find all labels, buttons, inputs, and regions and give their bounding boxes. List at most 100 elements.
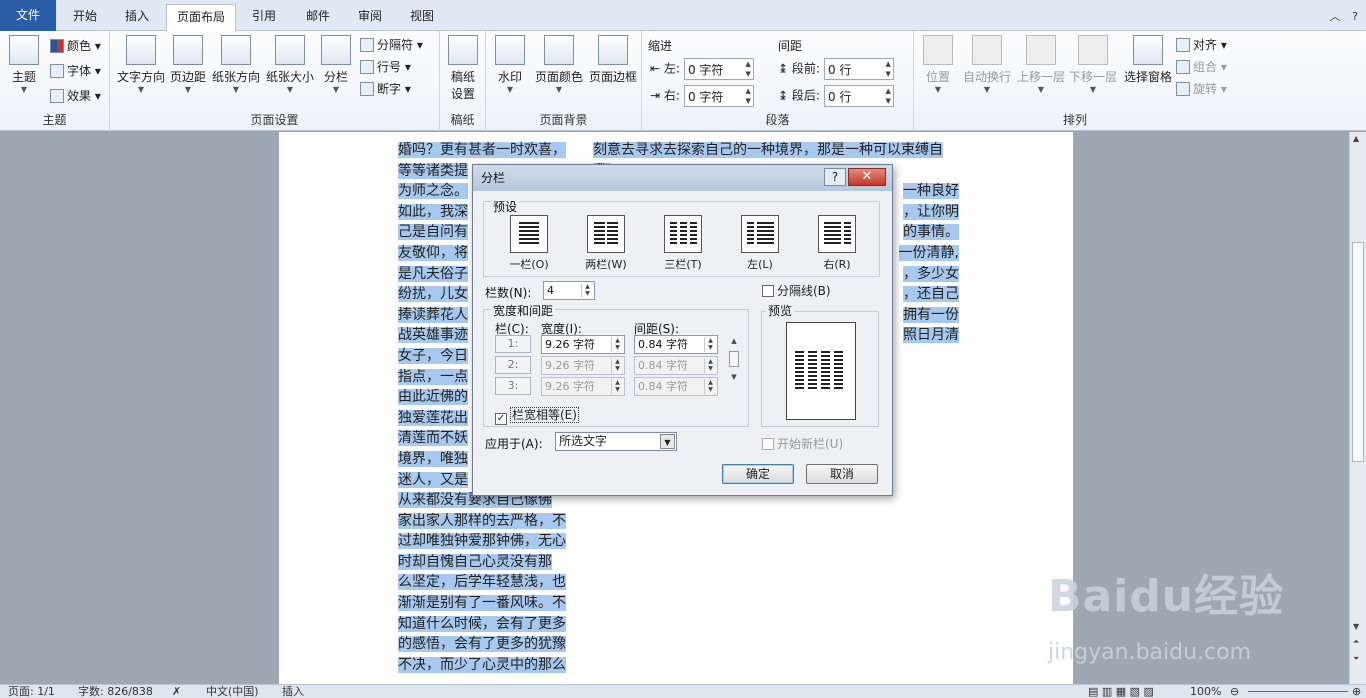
equal-width-checkbox[interactable]: ✓ 栏宽相等(E) — [495, 406, 579, 425]
tab-review[interactable]: 审阅 — [346, 4, 394, 30]
indent-left-spin[interactable]: ⇤ 左: 0 字符 ▲ ▼ — [650, 58, 754, 80]
word-count[interactable]: 字数: 826/838 — [78, 685, 153, 698]
column-list-scrollbar[interactable]: ▲ ▼ — [728, 337, 740, 393]
help-button[interactable]: ? — [824, 168, 846, 186]
bring-forward-button[interactable]: 上移一层 ▼ — [1014, 35, 1068, 94]
tab-home[interactable]: 开始 — [60, 4, 110, 30]
spacing-after-icon: ↨ — [778, 88, 789, 103]
columns-dialog: 分栏 ? ✕ 预设 一栏(O) 两栏(W) 三栏(T) 左(L) 右(R) 栏数… — [472, 164, 893, 496]
proofing-icon[interactable]: ✗ — [172, 685, 181, 698]
watermark-button[interactable]: 水印 ▼ — [490, 35, 530, 94]
group-objects-icon — [1176, 60, 1190, 74]
preset-right[interactable]: 右(R) — [806, 215, 868, 272]
margins-button[interactable]: 页边距 ▼ — [168, 35, 208, 94]
preset-one-column[interactable]: 一栏(O) — [498, 215, 560, 272]
close-button[interactable]: ✕ — [848, 168, 886, 186]
rotate-button[interactable]: 旋转 ▾ — [1176, 80, 1227, 97]
zoom-level[interactable]: 100% — [1190, 685, 1221, 698]
line-numbers-button[interactable]: 行号 ▾ — [360, 58, 411, 75]
indent-right-spin[interactable]: ⇥ 右: 0 字符 ▲ ▼ — [650, 85, 754, 107]
spacing-input-3[interactable]: 0.84 字符 ▲ ▼ — [634, 377, 718, 396]
position-button[interactable]: 位置 ▼ — [920, 35, 956, 94]
view-buttons-icon[interactable]: ▤ ▥ ▦ ▧ ▨ — [1088, 685, 1154, 698]
preset-left[interactable]: 左(L) — [729, 215, 791, 272]
new-column-check-icon — [762, 438, 774, 450]
ribbon-tabs: 文件 开始 插入 页面布局 引用 邮件 审阅 视图 ︿ ? — [0, 0, 1366, 31]
selection-pane-button[interactable]: 选择窗格 — [1120, 35, 1176, 85]
colors-button[interactable]: 颜色 ▾ — [50, 37, 101, 54]
width-input-3[interactable]: 9.26 字符 ▲ ▼ — [541, 377, 625, 396]
wrap-text-icon — [972, 35, 1002, 65]
group-page-setup: 文字方向 ▼ 页边距 ▼ 纸张方向 ▼ 纸张大小 ▼ 分栏 ▼ 分隔符 ▾ 行号 ▾ 断字… — [110, 31, 440, 131]
new-column-checkbox[interactable]: 开始新栏(U) — [762, 435, 843, 452]
two-columns-icon — [587, 215, 625, 253]
hyphenation-button[interactable]: 断字 ▾ — [360, 80, 411, 97]
align-button[interactable]: 对齐 ▾ — [1176, 36, 1227, 53]
width-input-2[interactable]: 9.26 字符 ▲ ▼ — [541, 356, 625, 375]
theme-button[interactable]: 主题 ▼ — [6, 35, 42, 94]
page-border-button[interactable]: 页面边框 — [586, 35, 640, 85]
next-page-icon[interactable]: ⏷ — [1353, 654, 1359, 664]
wrap-text-button[interactable]: 自动换行 ▼ — [960, 35, 1014, 94]
spacing-input-2[interactable]: 0.84 字符 ▲ ▼ — [634, 356, 718, 375]
indent-label: 缩进 — [648, 39, 673, 53]
list-down-arrow-icon[interactable]: ▼ — [728, 373, 740, 381]
spacing-input-1[interactable]: 0.84 字符 ▲ ▼ — [634, 335, 718, 354]
page-count[interactable]: 页面: 1/1 — [8, 685, 55, 698]
tab-file[interactable]: 文件 — [0, 0, 56, 31]
columns-button[interactable]: 分栏 ▼ — [318, 35, 354, 94]
one-column-icon — [510, 215, 548, 253]
tab-page-layout[interactable]: 页面布局 — [166, 4, 236, 31]
separator-checkbox[interactable]: 分隔线(B) — [762, 282, 831, 299]
help-icon[interactable]: ? — [1352, 10, 1358, 23]
preset-three-columns[interactable]: 三栏(T) — [652, 215, 714, 272]
window-controls: ︿ ? — [1322, 8, 1358, 24]
draft-settings-button[interactable]: 稿纸 设置 — [444, 35, 482, 102]
spacing-label: 间距 — [778, 39, 803, 53]
orientation-button[interactable]: 纸张方向 ▼ — [210, 35, 262, 94]
list-scroll-thumb[interactable] — [729, 351, 739, 367]
group-objects-button[interactable]: 组合 ▾ — [1176, 58, 1227, 75]
orientation-icon — [221, 35, 251, 65]
preset-two-columns[interactable]: 两栏(W) — [575, 215, 637, 272]
tab-mailings[interactable]: 邮件 — [294, 4, 342, 30]
indent-right-icon: ⇥ — [650, 88, 661, 103]
ok-button[interactable]: 确定 — [722, 464, 794, 484]
scroll-down-arrow-icon[interactable]: ▼ — [1353, 622, 1359, 631]
fonts-button[interactable]: 字体 ▾ — [50, 62, 101, 79]
scroll-up-arrow-icon[interactable]: ▲ — [1353, 134, 1359, 143]
col1-line: 过却唯独钟爱那钟佛，无心 — [398, 533, 566, 550]
page-size-icon — [275, 35, 305, 65]
column-number-1: 1: — [495, 335, 531, 353]
tab-references[interactable]: 引用 — [240, 4, 288, 30]
scroll-thumb[interactable] — [1352, 242, 1364, 462]
page-color-button[interactable]: 页面颜色 ▼ — [532, 35, 586, 94]
language[interactable]: 中文(中国) — [206, 685, 259, 698]
num-cols-input[interactable]: 4 ▲ ▼ — [543, 281, 595, 300]
watermark-url: jingyan.baidu.com — [1048, 640, 1252, 665]
tab-insert[interactable]: 插入 — [112, 4, 162, 30]
vertical-scrollbar[interactable]: ▲ ▼ ⏶ ⏷ — [1349, 132, 1366, 684]
prev-page-icon[interactable]: ⏶ — [1353, 637, 1359, 647]
size-button[interactable]: 纸张大小 ▼ — [264, 35, 316, 94]
breaks-button[interactable]: 分隔符 ▾ — [360, 36, 423, 53]
cancel-button[interactable]: 取消 — [806, 464, 878, 484]
zoom-out-icon[interactable]: ⊖ — [1230, 685, 1239, 698]
fonts-icon — [50, 64, 64, 78]
zoom-slider[interactable] — [1248, 691, 1348, 692]
zoom-in-icon[interactable]: ⊕ — [1352, 685, 1361, 698]
list-up-arrow-icon[interactable]: ▲ — [728, 337, 740, 345]
col1-line: 时却自愧自己心灵没有那 — [398, 553, 552, 570]
spacing-before-spin[interactable]: ↨ 段前: 0 行 ▲ ▼ — [778, 58, 894, 80]
tab-view[interactable]: 视图 — [398, 4, 446, 30]
effects-button[interactable]: 效果 ▾ — [50, 87, 101, 104]
insert-mode[interactable]: 插入 — [282, 685, 304, 698]
spacing-after-spin[interactable]: ↨ 段后: 0 行 ▲ ▼ — [778, 85, 894, 107]
column-number-2: 2: — [495, 356, 531, 374]
apply-to-select[interactable]: 所选文字 ▼ — [555, 432, 677, 451]
width-input-1[interactable]: 9.26 字符 ▲ ▼ — [541, 335, 625, 354]
collapse-ribbon-icon[interactable]: ︿ — [1330, 10, 1341, 23]
ribbon: 主题 ▼ 颜色 ▾ 字体 ▾ 效果 ▾ 主题 文字方向 ▼ 页边距 ▼ 纸张方向 ▼ 纸… — [0, 31, 1366, 131]
send-backward-button[interactable]: 下移一层 ▼ — [1066, 35, 1120, 94]
text-direction-button[interactable]: 文字方向 ▼ — [116, 35, 166, 94]
